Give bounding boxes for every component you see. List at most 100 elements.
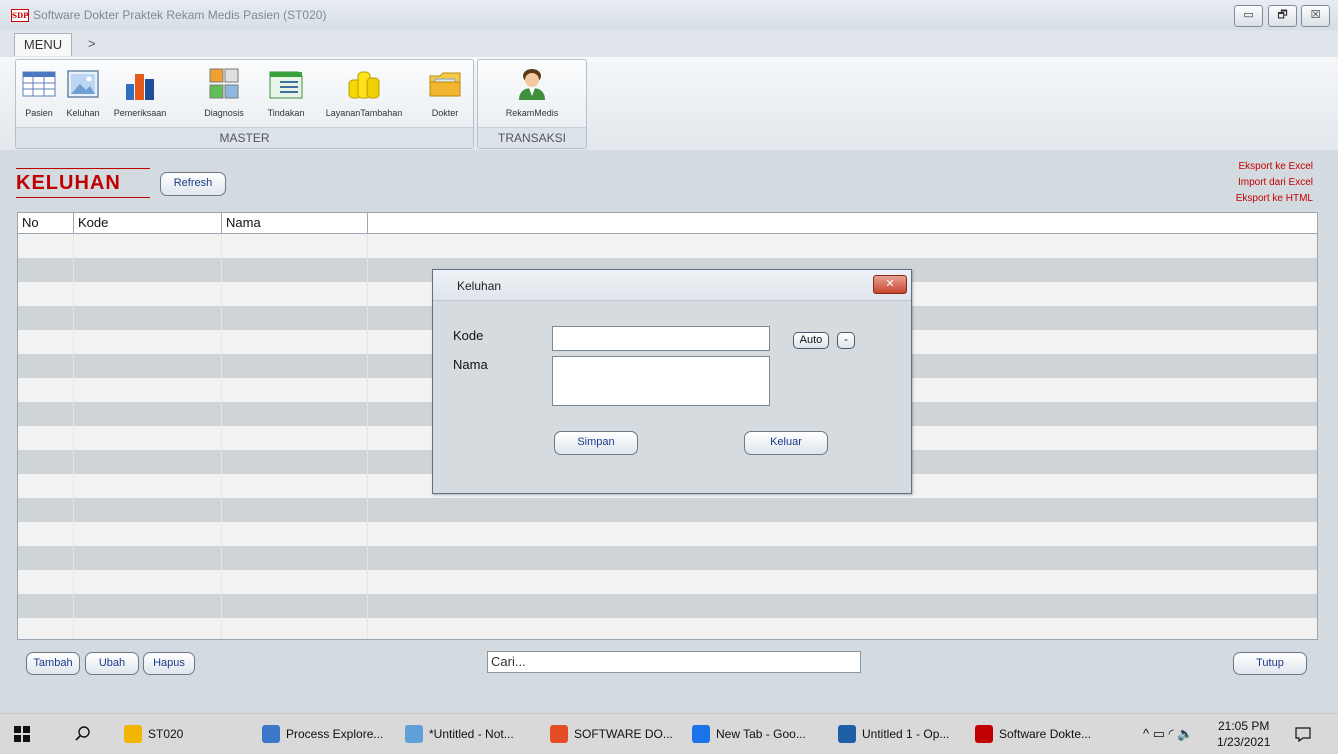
taskbar: ST020 Process Explore... *Untitled - Not..…: [0, 713, 1338, 754]
window-title: Software Dokter Praktek Rekam Medis Pasi…: [33, 8, 327, 22]
ribbon-diagnosis-button[interactable]: Diagnosis: [201, 66, 247, 122]
taskbar-app-label: ST020: [148, 727, 184, 741]
ribbon-keluhan-button[interactable]: Keluhan: [60, 66, 106, 122]
column-header-no[interactable]: No: [18, 213, 74, 233]
export-excel-link[interactable]: Eksport ke Excel: [1236, 159, 1313, 175]
kode-label: Kode: [453, 328, 484, 343]
ribbon-label: Diagnosis: [204, 108, 244, 118]
images-grid-icon: [209, 68, 239, 99]
import-excel-link[interactable]: Import dari Excel: [1236, 175, 1313, 191]
app-icon: [405, 724, 423, 743]
title-bar: SDP Software Dokter Praktek Rekam Medis …: [0, 0, 1338, 31]
ribbon-tindakan-button[interactable]: Tindakan: [261, 66, 311, 122]
ribbon-group-master: Pasien Keluhan Pemeriksaan Diagnosis Tin…: [15, 59, 474, 149]
export-html-link[interactable]: Eksport ke HTML: [1236, 191, 1313, 207]
auto-button[interactable]: Auto: [793, 332, 829, 349]
nama-label: Nama: [453, 357, 488, 372]
taskbar-app-label: Software Dokte...: [999, 727, 1092, 741]
table-row[interactable]: [18, 546, 1317, 570]
refresh-button[interactable]: Refresh: [160, 172, 226, 196]
clock-date: 1/23/2021: [1217, 735, 1271, 749]
list-icon: [269, 71, 303, 99]
close-window-button[interactable]: ☒: [1301, 5, 1330, 27]
dialog-close-button[interactable]: ✕: [873, 275, 907, 294]
export-links: Eksport ke Excel Import dari Excel Ekspo…: [1236, 159, 1313, 207]
app-icon: SDP: [11, 9, 29, 22]
table-row[interactable]: [18, 618, 1317, 639]
ribbon-label: Dokter: [431, 108, 459, 118]
menu-more-arrow[interactable]: >: [88, 36, 96, 51]
ribbon-label: Keluhan: [66, 108, 100, 118]
windows-start-icon[interactable]: [14, 726, 30, 742]
page-title: KELUHAN: [16, 168, 150, 198]
folder-icon: [429, 72, 461, 97]
app-icon: [262, 724, 280, 743]
app-icon: [838, 724, 856, 743]
tambah-button[interactable]: Tambah: [26, 652, 80, 675]
table-row[interactable]: [18, 594, 1317, 618]
taskbar-app-button[interactable]: Software Dokte...: [975, 714, 1091, 754]
ribbon-rekammedis-button[interactable]: RekamMedis: [502, 66, 562, 122]
search-icon[interactable]: [74, 725, 91, 742]
tray-icons[interactable]: ^ ▭ ◜ 🔈: [1143, 714, 1193, 754]
table-row[interactable]: [18, 570, 1317, 594]
ribbon-label: RekamMedis: [505, 108, 559, 118]
taskbar-app-label: Untitled 1 - Op...: [862, 727, 950, 741]
ribbon-group-transaksi: RekamMedis TRANSAKSI: [477, 59, 587, 149]
taskbar-app-button[interactable]: ST020: [124, 714, 183, 754]
taskbar-app-label: New Tab - Goo...: [716, 727, 806, 741]
bar-chart-icon: [126, 74, 154, 100]
column-header-kode[interactable]: Kode: [74, 213, 222, 233]
ribbon-label: LayananTambahan: [325, 108, 403, 118]
column-header-nama[interactable]: Nama: [222, 213, 368, 233]
ribbon-pasien-button[interactable]: Pasien: [19, 66, 59, 122]
taskbar-app-button[interactable]: Untitled 1 - Op...: [838, 714, 949, 754]
ribbon: Pasien Keluhan Pemeriksaan Diagnosis Tin…: [0, 57, 1338, 152]
ribbon-label: Pasien: [25, 108, 53, 118]
taskbar-app-label: Process Explore...: [286, 727, 384, 741]
keluar-button[interactable]: Keluar: [744, 431, 828, 455]
table-row[interactable]: [18, 234, 1317, 258]
taskbar-app-button[interactable]: *Untitled - Not...: [405, 714, 514, 754]
notification-icon[interactable]: [1295, 726, 1311, 742]
ribbon-group-label-master: MASTER: [16, 127, 473, 148]
ribbon-group-label-transaksi: TRANSAKSI: [478, 127, 586, 148]
taskbar-app-button[interactable]: New Tab - Goo...: [692, 714, 806, 754]
table-row[interactable]: [18, 498, 1317, 522]
app-icon: [124, 724, 142, 743]
ribbon-dokter-button[interactable]: Dokter: [422, 66, 468, 122]
dialog-title-bar: Keluhan ✕: [433, 270, 911, 301]
taskbar-app-label: SOFTWARE DO...: [574, 727, 673, 741]
simpan-button[interactable]: Simpan: [554, 431, 638, 455]
restore-button[interactable]: 🗗: [1268, 5, 1297, 27]
kode-input[interactable]: [552, 326, 770, 351]
nama-input[interactable]: [552, 356, 770, 406]
hapus-button[interactable]: Hapus: [143, 652, 195, 675]
clock[interactable]: 21:05 PM 1/23/2021: [1217, 718, 1270, 750]
ribbon-layanantambahan-button[interactable]: LayananTambahan: [319, 66, 409, 122]
grid-header: No Kode Nama: [18, 213, 1317, 234]
tutup-button[interactable]: Tutup: [1233, 652, 1307, 675]
minimize-button[interactable]: ▭: [1234, 5, 1263, 27]
user-icon: [519, 69, 545, 100]
dialog-title: Keluhan: [457, 279, 502, 293]
keluhan-dialog: Keluhan ✕ Kode Nama Auto - Simpan Keluar: [432, 269, 912, 494]
ubah-button[interactable]: Ubah: [85, 652, 139, 675]
grid-column-divider: [367, 233, 368, 639]
picture-icon: [67, 70, 99, 98]
taskbar-app-button[interactable]: SOFTWARE DO...: [550, 714, 673, 754]
ribbon-label: Pemeriksaan: [113, 108, 167, 118]
ribbon-pemeriksaan-button[interactable]: Pemeriksaan: [109, 66, 171, 122]
grid-column-divider: [73, 233, 74, 639]
menu-tab[interactable]: MENU: [14, 33, 72, 56]
taskbar-app-label: *Untitled - Not...: [429, 727, 514, 741]
coins-icon: [348, 71, 380, 99]
ribbon-label: Tindakan: [267, 108, 305, 118]
search-input[interactable]: Cari...: [487, 651, 861, 673]
grid-column-divider: [221, 233, 222, 639]
minus-button[interactable]: -: [837, 332, 855, 349]
table-icon: [22, 71, 56, 97]
table-row[interactable]: [18, 522, 1317, 546]
menu-row: MENU >: [0, 30, 1338, 57]
taskbar-app-button[interactable]: Process Explore...: [262, 714, 383, 754]
